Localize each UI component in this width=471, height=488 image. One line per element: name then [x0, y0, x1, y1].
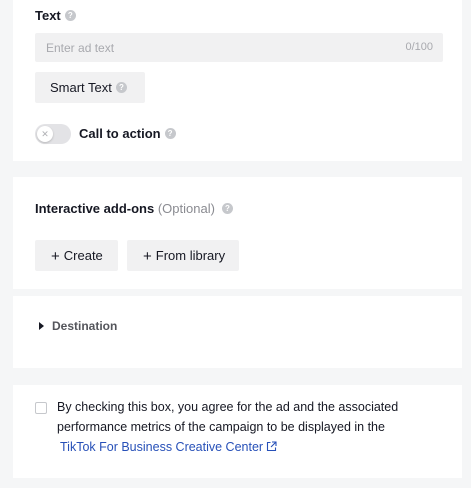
help-icon[interactable]: ? — [164, 128, 176, 140]
help-icon[interactable]: ? — [64, 10, 76, 22]
consent-text: By checking this box, you agree for the … — [57, 400, 399, 434]
consent-checkbox[interactable] — [35, 402, 47, 414]
text-label: Text — [35, 8, 61, 23]
caret-right-icon — [39, 322, 44, 330]
help-icon[interactable]: ? — [115, 82, 127, 94]
creative-center-link-label: TikTok For Business Creative Center — [60, 440, 264, 454]
plus-icon: + — [143, 248, 152, 265]
creative-center-link[interactable]: TikTok For Business Creative Center — [60, 437, 277, 457]
text-section: Text? 0/100 Smart Text? ✕ Call to action… — [13, 0, 462, 161]
destination-section: Destination — [13, 296, 462, 368]
consent-text-block: By checking this box, you agree for the … — [57, 397, 437, 457]
addons-title: Interactive add-ons — [35, 201, 155, 216]
ad-text-input[interactable] — [35, 33, 443, 62]
smart-text-button[interactable]: Smart Text? — [35, 72, 145, 103]
call-to-action-label-row: Call to action? — [79, 126, 176, 141]
create-button[interactable]: + Create — [35, 240, 118, 271]
call-to-action-label: Call to action — [79, 126, 161, 141]
interactive-addons-section: Interactive add-ons (Optional)? + Create … — [13, 177, 462, 289]
from-library-label: From library — [155, 248, 226, 263]
text-label-row: Text? — [35, 8, 76, 23]
destination-label: Destination — [52, 319, 118, 333]
char-counter: 0/100 — [405, 41, 433, 53]
external-link-icon — [267, 441, 277, 452]
plus-icon: + — [51, 248, 60, 265]
consent-section: By checking this box, you agree for the … — [13, 385, 462, 478]
help-icon[interactable]: ? — [221, 203, 233, 215]
toggle-off-icon: ✕ — [37, 126, 53, 142]
call-to-action-toggle[interactable]: ✕ — [35, 124, 71, 144]
create-label: Create — [63, 248, 103, 263]
destination-expander[interactable]: Destination — [39, 319, 117, 333]
optional-tag: (Optional) — [157, 201, 215, 216]
smart-text-label: Smart Text — [50, 80, 112, 95]
from-library-button[interactable]: + From library — [127, 240, 239, 271]
addons-title-row: Interactive add-ons (Optional)? — [35, 201, 233, 216]
